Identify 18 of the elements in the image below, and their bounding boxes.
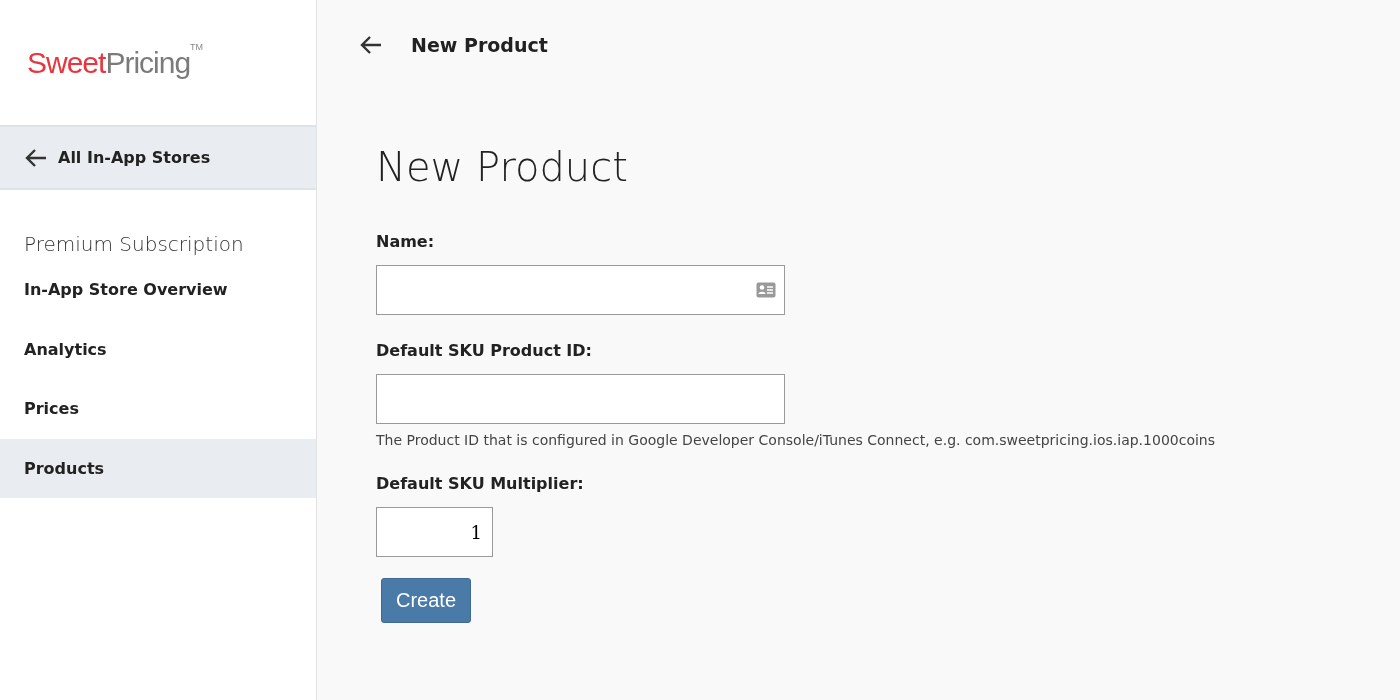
input-field[interactable]: [376, 265, 785, 315]
section-title: Premium Subscription: [24, 232, 245, 256]
nav-item[interactable]: Prices: [0, 379, 316, 439]
field-label: Name:: [376, 232, 436, 251]
create-button[interactable]: Create: [381, 578, 472, 623]
nav-item[interactable]: Analytics: [0, 319, 316, 379]
input-field[interactable]: 1: [376, 507, 493, 557]
form-title: New Product: [376, 144, 629, 190]
back-link[interactable]: All In-App Stores: [0, 127, 316, 190]
field-label: Default SKU Multiplier:: [376, 474, 585, 493]
field-label: Default SKU Product ID:: [376, 341, 593, 360]
back-arrow-icon[interactable]: [24, 147, 48, 168]
page-header-title: New Product: [411, 34, 548, 56]
nav-item[interactable]: In-App Store Overview: [0, 260, 316, 320]
back-arrow-icon[interactable]: [359, 35, 383, 55]
input-field[interactable]: [376, 374, 785, 424]
field-hint: The Product ID that is configured in Google Developer Console/iTunes Connect, e.g. com.sweetpricing.ios.iap.1000coins: [376, 432, 1216, 448]
nav-item[interactable]: Products: [0, 438, 316, 498]
